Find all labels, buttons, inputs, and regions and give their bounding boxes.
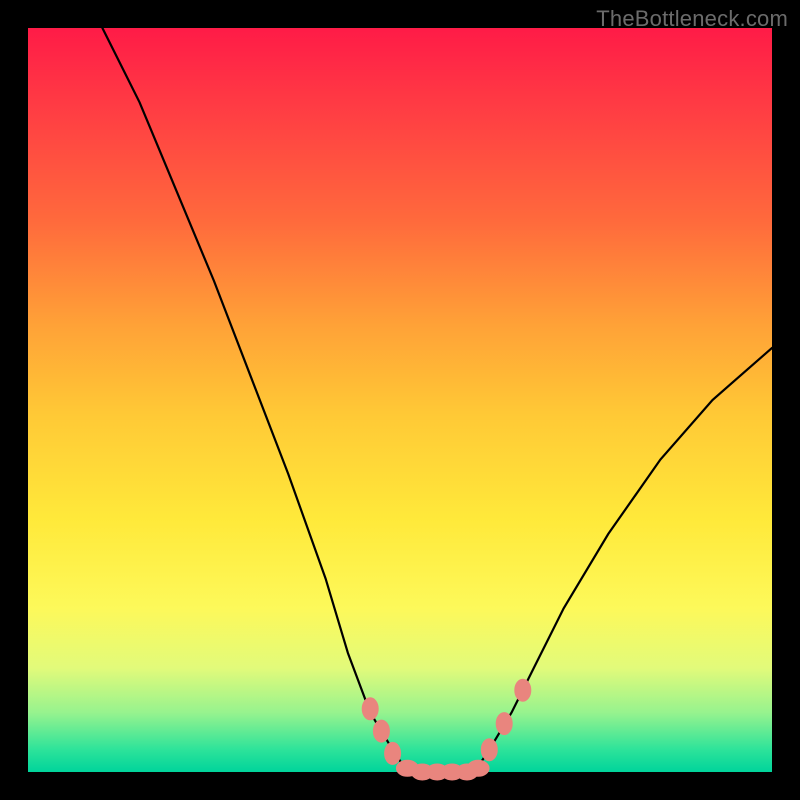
data-marker <box>373 720 389 742</box>
plot-area <box>28 28 772 772</box>
data-marker <box>515 679 531 701</box>
right-curve <box>474 348 772 772</box>
data-marker <box>481 739 497 761</box>
chart-frame: TheBottleneck.com <box>0 0 800 800</box>
data-marker <box>467 760 489 776</box>
data-marker <box>385 742 401 764</box>
data-marker <box>496 713 512 735</box>
data-marker <box>362 698 378 720</box>
chart-svg <box>28 28 772 772</box>
marker-group <box>362 679 531 780</box>
left-curve <box>102 28 407 772</box>
